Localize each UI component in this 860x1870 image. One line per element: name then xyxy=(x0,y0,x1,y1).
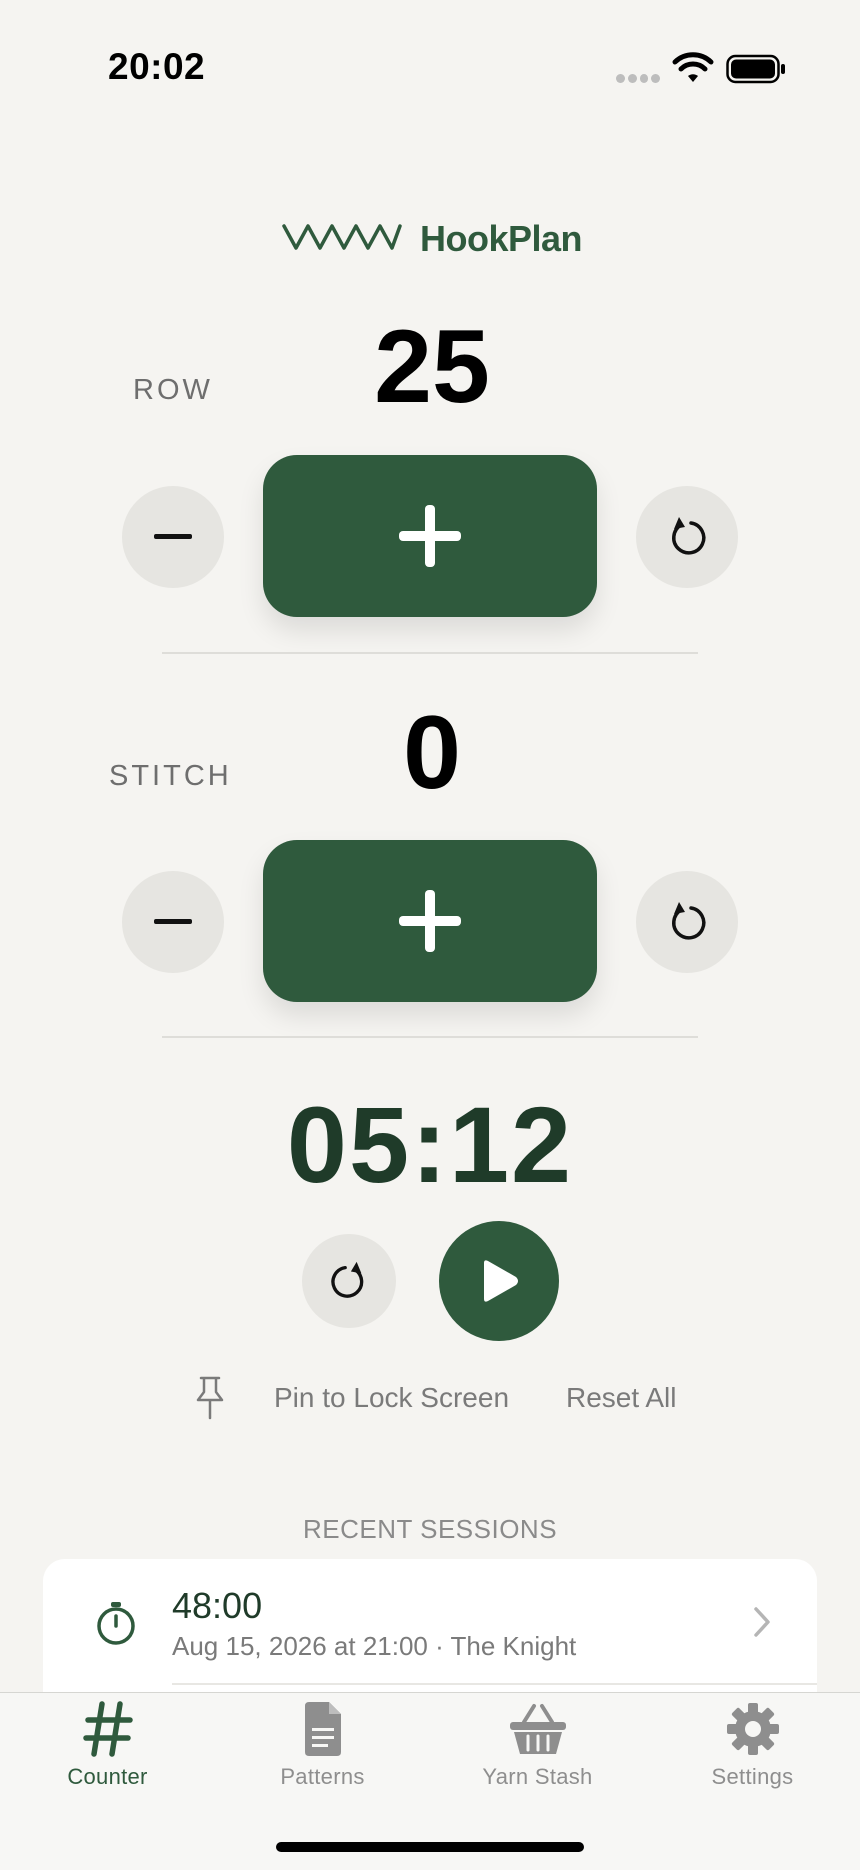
reset-icon xyxy=(331,1261,364,1298)
status-time: 20:02 xyxy=(108,46,206,87)
session-duration: 48:00 xyxy=(172,1585,263,1626)
cellular-signal-icon xyxy=(616,74,660,84)
document-icon xyxy=(304,1702,341,1756)
battery-icon xyxy=(726,54,785,84)
pin-to-lock-screen-button[interactable]: Pin to Lock Screen xyxy=(274,1382,509,1414)
chevron-right-icon xyxy=(754,1607,770,1637)
tab-label: Patterns xyxy=(280,1764,365,1789)
reset-icon xyxy=(672,902,706,940)
row-label: ROW xyxy=(133,374,213,406)
logo-icon xyxy=(282,224,402,250)
basket-icon xyxy=(509,1704,566,1754)
divider xyxy=(162,1036,698,1038)
plus-icon xyxy=(399,505,461,567)
reset-icon xyxy=(672,517,706,555)
home-indicator xyxy=(276,1842,584,1852)
pin-icon xyxy=(196,1376,224,1420)
row-reset-button[interactable] xyxy=(636,486,738,588)
minus-icon xyxy=(154,534,192,539)
tab-label: Yarn Stash xyxy=(482,1764,593,1789)
row-decrement-button[interactable] xyxy=(122,486,224,588)
session-detail: Aug 15, 2026 at 21:00 · The Knight xyxy=(172,1631,577,1661)
timer-play-button[interactable] xyxy=(439,1221,559,1341)
stitch-reset-button[interactable] xyxy=(636,871,738,973)
row-increment-button[interactable] xyxy=(263,455,597,617)
recent-sessions-title: RECENT SESSIONS xyxy=(302,1514,558,1544)
stitch-increment-button[interactable] xyxy=(263,840,597,1002)
stitch-decrement-button[interactable] xyxy=(122,871,224,973)
divider xyxy=(162,652,698,654)
reset-all-button[interactable]: Reset All xyxy=(566,1382,677,1414)
tab-counter[interactable]: Counter xyxy=(0,1700,215,1790)
app-title: HookPlan xyxy=(420,218,583,259)
gear-icon xyxy=(726,1703,779,1755)
timer-reset-button[interactable] xyxy=(302,1234,396,1328)
row-value: 25 xyxy=(374,309,490,425)
divider xyxy=(172,1683,817,1685)
stitch-value: 0 xyxy=(403,695,461,811)
stopwatch-icon xyxy=(97,1602,135,1645)
tab-patterns[interactable]: Patterns xyxy=(215,1700,430,1790)
minus-icon xyxy=(154,919,192,924)
play-icon xyxy=(484,1260,518,1302)
tab-label: Counter xyxy=(67,1764,148,1789)
plus-icon xyxy=(399,890,461,952)
tab-yarn-stash[interactable]: Yarn Stash xyxy=(430,1700,645,1790)
timer-display: 05:12 xyxy=(286,1084,574,1205)
hash-icon xyxy=(82,1701,133,1757)
wifi-icon xyxy=(672,52,714,82)
stitch-label: STITCH xyxy=(109,760,232,792)
tab-label: Settings xyxy=(711,1764,794,1789)
tab-settings[interactable]: Settings xyxy=(645,1700,860,1790)
